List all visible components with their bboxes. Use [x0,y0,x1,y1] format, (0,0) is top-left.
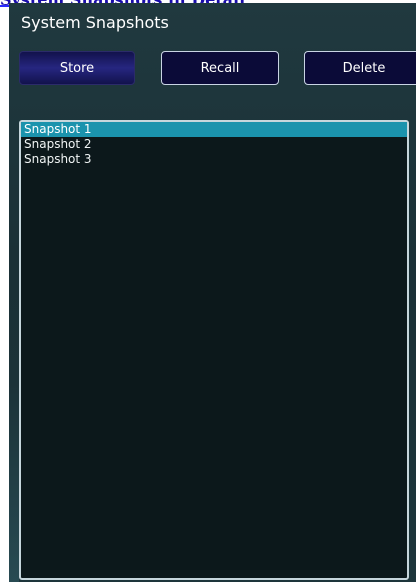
recall-button-label: Recall [200,60,240,76]
panel-title: System Snapshots [21,13,169,32]
snapshot-list-item-3[interactable]: Snapshot 3 [21,152,407,167]
delete-button[interactable]: Delete [304,51,416,85]
snapshot-list-item-2[interactable]: Snapshot 2 [21,137,407,152]
recall-button[interactable]: Recall [161,51,279,85]
store-button[interactable]: Store [19,51,135,85]
snapshot-list-item-1[interactable]: Snapshot 1 [21,122,407,137]
panel-edge-glow [9,382,19,582]
store-button-label: Store [59,60,95,76]
system-snapshots-panel: System Snapshots Store Recall Delete Sna… [9,3,416,582]
delete-button-label: Delete [342,60,386,76]
snapshot-list[interactable]: Snapshot 1 Snapshot 2 Snapshot 3 [19,120,409,580]
page: System Snapshots in Detail System Snapsh… [0,0,416,582]
